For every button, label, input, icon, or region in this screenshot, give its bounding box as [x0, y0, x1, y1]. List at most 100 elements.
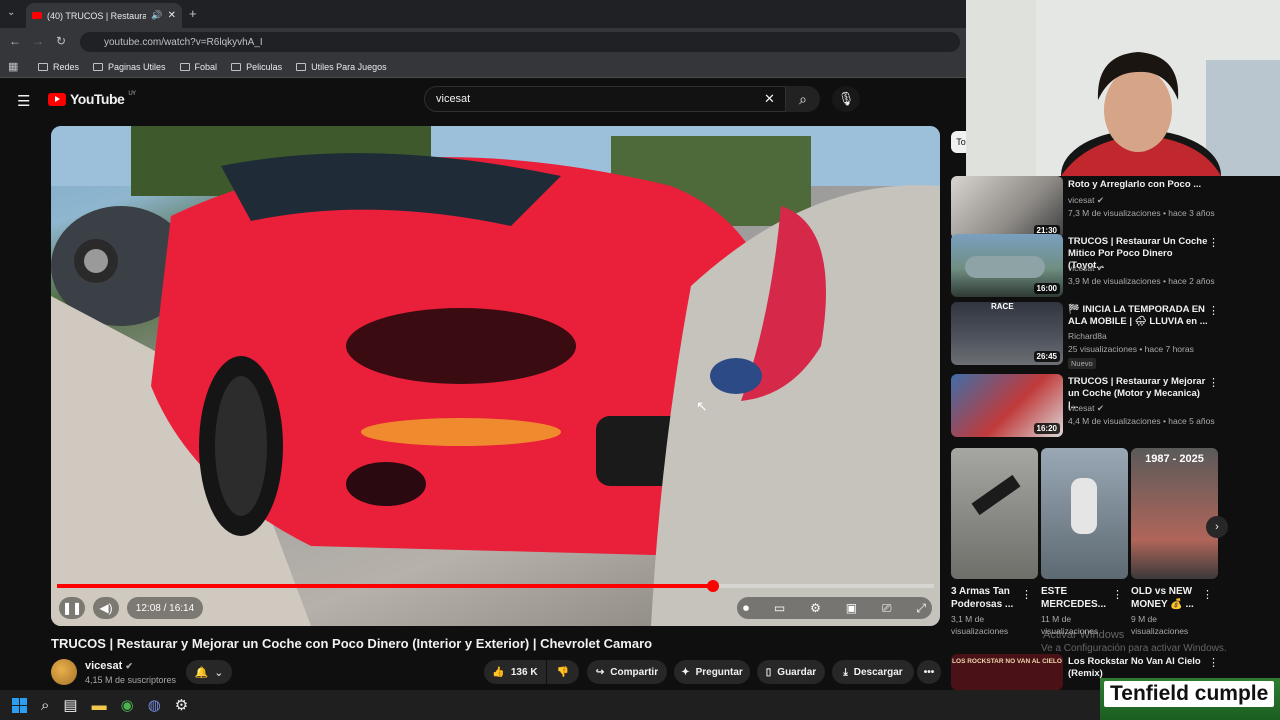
new-tab-icon[interactable]: +: [189, 6, 197, 21]
seek-bar[interactable]: [57, 580, 934, 592]
short-thumbnail[interactable]: [1041, 448, 1128, 579]
ask-button[interactable]: ✦ Preguntar: [674, 660, 750, 684]
video-thumbnail: RACE 26:45: [951, 302, 1063, 365]
video-thumbnail: LOS ROCKSTAR NO VAN AL CIELO: [951, 654, 1063, 690]
reload-icon[interactable]: ↻: [56, 34, 66, 48]
tab-search-icon[interactable]: ⌄: [7, 7, 15, 18]
ask-label: Preguntar: [695, 666, 743, 678]
recommendation-item[interactable]: RACE 26:45 🏁 INICIA LA TEMPORADA EN ALA …: [951, 302, 1221, 370]
bookmark-label: Peliculas: [246, 61, 283, 72]
short-title: OLD vs NEW MONEY 💰 ...: [1131, 586, 1194, 610]
voice-search-button[interactable]: 🎙: [832, 86, 860, 112]
bookmark-utiles-juegos[interactable]: Utiles Para Juegos: [296, 62, 387, 72]
app-icon[interactable]: ⚙: [175, 696, 188, 714]
channel-text: vicesat: [1068, 403, 1095, 413]
bookmark-peliculas[interactable]: Peliculas: [231, 62, 282, 72]
bookmark-redes[interactable]: Redes: [38, 62, 79, 72]
more-vertical-icon[interactable]: ⋮: [1021, 588, 1032, 601]
chip-label: To: [956, 137, 966, 147]
windows-taskbar: ⌕ ▤ ▬ ◉ ◍ ⚙: [0, 690, 1280, 720]
channel-name[interactable]: vicesat ✔: [85, 660, 133, 672]
youtube-logo[interactable]: YouTube UY: [48, 91, 136, 107]
bookmark-fobal[interactable]: Fobal: [179, 62, 217, 72]
seek-scrubber[interactable]: [706, 580, 719, 592]
browser-tab[interactable]: (40) TRUCOS | Restaurar y M 🔊 ✕: [26, 3, 182, 28]
shorts-next-button[interactable]: ›: [1206, 516, 1228, 538]
forward-icon[interactable]: →: [32, 34, 44, 48]
pause-button[interactable]: ❚❚: [59, 597, 85, 619]
more-vertical-icon[interactable]: ⋮: [1208, 304, 1219, 317]
verified-icon: ✔: [1096, 403, 1104, 413]
menu-icon[interactable]: ☰: [17, 92, 30, 110]
discord-icon[interactable]: ◍: [148, 696, 161, 714]
recommendation-channel: vicesat ✔: [1068, 195, 1104, 206]
share-button[interactable]: ↪ Compartir: [587, 660, 667, 684]
video-thumbnail: 21:30: [951, 176, 1063, 239]
task-view-icon[interactable]: ▤: [63, 696, 77, 714]
save-button[interactable]: ▯ Guardar: [757, 660, 825, 684]
channel-avatar[interactable]: [51, 659, 77, 685]
short-views: 3,1 M de visualizaciones: [951, 614, 1009, 636]
short-title: ESTE MERCEDES...: [1041, 586, 1107, 610]
search-value: vicesat: [436, 93, 471, 105]
verified-icon: ✔: [1096, 263, 1104, 273]
short-title: 3 Armas Tan Poderosas ...: [951, 586, 1014, 610]
clear-search-icon[interactable]: ✕: [764, 91, 775, 107]
time-text: 12:08 / 16:14: [135, 602, 195, 614]
bookmark-label: Utiles Para Juegos: [311, 61, 387, 72]
more-vertical-icon[interactable]: ⋮: [1112, 588, 1123, 601]
bookmark-paginas-utiles[interactable]: Paginas Utiles: [93, 62, 166, 72]
folder-icon: [93, 62, 104, 71]
recommendation-meta: 3,9 M de visualizaciones • hace 2 años: [1068, 276, 1215, 286]
short-info[interactable]: 3 Armas Tan Poderosas ... 3,1 M de visua…: [951, 585, 1025, 637]
time-display: 12:08 / 16:14: [127, 597, 203, 619]
search-icon: ⌕: [799, 90, 807, 107]
tab-close-icon[interactable]: ✕: [168, 10, 176, 21]
more-horizontal-icon: •••: [923, 666, 935, 678]
file-explorer-icon[interactable]: ▬: [92, 697, 107, 714]
miniplayer-icon[interactable]: ▣: [846, 601, 857, 615]
like-button[interactable]: 👍 136 K: [484, 660, 546, 684]
dislike-button[interactable]: 👎: [547, 660, 579, 684]
more-vertical-icon[interactable]: ⋮: [1202, 588, 1213, 601]
search-icon[interactable]: ⌕: [41, 697, 49, 714]
recommendation-item[interactable]: 16:00 TRUCOS | Restaurar Un Coche Mitico…: [951, 234, 1221, 297]
apps-grid-icon[interactable]: ▦: [8, 60, 18, 73]
more-vertical-icon[interactable]: ⋮: [1208, 236, 1219, 249]
more-vertical-icon[interactable]: ⋮: [1208, 656, 1219, 669]
duration-badge: 16:20: [1033, 423, 1060, 434]
more-vertical-icon[interactable]: ⋮: [1208, 376, 1219, 389]
recommendation-item[interactable]: 21:30 Roto y Arreglarlo con Poco ... vic…: [951, 176, 1221, 239]
region-code: UY: [128, 91, 136, 97]
subscriber-count: 4,15 M de suscriptores: [85, 675, 177, 685]
chrome-icon[interactable]: ◉: [121, 696, 134, 714]
search-input[interactable]: vicesat: [424, 86, 786, 112]
video-player[interactable]: [51, 126, 940, 626]
search-button[interactable]: ⌕: [786, 86, 820, 112]
volume-button[interactable]: ◀): [93, 597, 119, 619]
more-actions-button[interactable]: •••: [917, 660, 941, 684]
folder-icon: [179, 62, 190, 71]
tab-audio-icon[interactable]: 🔊: [151, 10, 162, 21]
url-text: youtube.com/watch?v=R6lqkyvhA_I: [104, 36, 263, 48]
cast-icon[interactable]: ⎚: [882, 601, 892, 616]
like-count: 136 K: [510, 666, 538, 678]
back-icon[interactable]: ←: [9, 34, 21, 48]
thumbnail-text: LOS ROCKSTAR NO VAN AL CIELO: [952, 658, 1062, 665]
windows-start-icon[interactable]: [12, 697, 27, 713]
pause-icon: ❚❚: [61, 601, 83, 615]
tab-title: (40) TRUCOS | Restaurar y M: [47, 10, 147, 21]
url-field[interactable]: youtube.com/watch?v=R6lqkyvhA_I: [80, 32, 960, 52]
autoplay-toggle-icon[interactable]: ⏺: [743, 601, 749, 616]
download-button[interactable]: ⤓ Descargar: [832, 660, 914, 684]
recommendation-channel: Richard8a: [1068, 331, 1107, 341]
short-thumbnail[interactable]: 1987 - 2025: [1131, 448, 1218, 579]
share-label: Compartir: [610, 666, 659, 678]
bell-icon: 🔔: [194, 666, 209, 679]
subscription-bell-button[interactable]: 🔔 ⌄: [186, 660, 232, 684]
fullscreen-icon[interactable]: ⤢: [916, 601, 926, 616]
settings-gear-icon[interactable]: ⚙: [810, 601, 821, 615]
recommendation-item[interactable]: 16:20 TRUCOS | Restaurar y Mejorar un Co…: [951, 374, 1221, 437]
short-thumbnail[interactable]: [951, 448, 1038, 579]
subtitles-icon[interactable]: ▭: [774, 601, 785, 615]
